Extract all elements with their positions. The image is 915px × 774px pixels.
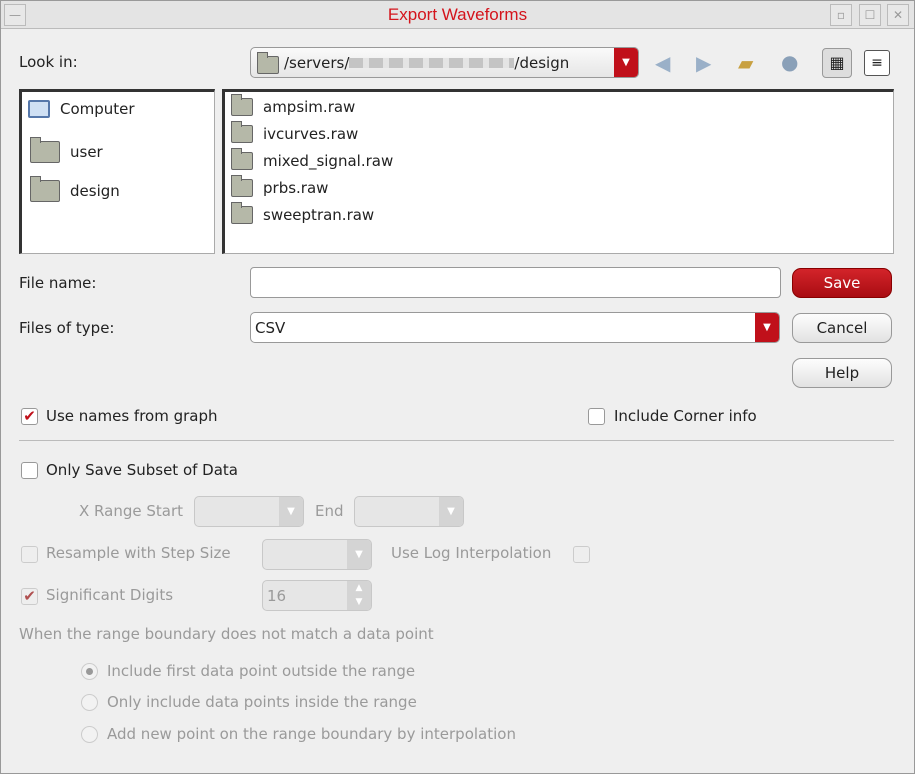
file-label: ampsim.raw (263, 98, 356, 116)
folder-icon (231, 202, 253, 224)
chevron-down-icon[interactable]: ▼ (614, 48, 638, 77)
parent-folder-icon[interactable]: ▰ (738, 51, 753, 75)
radio-include-outside[interactable] (81, 663, 98, 680)
place-label: design (70, 182, 120, 200)
file-label: prbs.raw (263, 179, 329, 197)
radio-label: Include first data point outside the ran… (107, 662, 416, 680)
chevron-down-icon[interactable]: ▼ (755, 313, 779, 342)
subset-label: Only Save Subset of Data (46, 461, 238, 479)
folder-icon (231, 175, 253, 197)
folder-icon (231, 148, 253, 170)
resample-checkbox[interactable] (21, 546, 38, 563)
use-names-checkbox[interactable]: ✔ (21, 408, 38, 425)
folder-icon (231, 121, 253, 143)
subset-checkbox[interactable] (21, 462, 38, 479)
x-range-start-label: X Range Start (79, 502, 183, 520)
file-name-label: File name: (19, 274, 97, 292)
file-list: ampsim.raw ivcurves.raw mixed_signal.raw… (222, 89, 894, 254)
path-redacted (349, 58, 515, 68)
folder-icon (30, 176, 60, 202)
file-item[interactable]: ivcurves.raw (231, 121, 359, 143)
cancel-button[interactable]: Cancel (792, 313, 892, 343)
grid-icon: ▦ (829, 53, 845, 72)
file-item[interactable]: prbs.raw (231, 175, 329, 197)
x-range-start-combo[interactable]: ▼ (194, 496, 304, 527)
chevron-down-icon: ▼ (439, 497, 463, 526)
corner-info-label: Include Corner info (614, 407, 757, 425)
end-label: End (315, 502, 344, 520)
spin-arrows-icon[interactable]: ▲ ▼ (347, 581, 371, 610)
resample-label: Resample with Step Size (46, 544, 231, 562)
place-design[interactable]: design (30, 176, 120, 202)
folder-icon (30, 137, 60, 163)
save-button[interactable]: Save (792, 268, 892, 298)
log-interp-label: Use Log Interpolation (391, 544, 552, 562)
radio-interpolate[interactable] (81, 726, 98, 743)
path-suffix: /design (514, 54, 570, 72)
log-interp-checkbox[interactable] (573, 546, 590, 563)
file-type-select[interactable]: CSV ▼ (250, 312, 780, 343)
x-range-end-combo[interactable]: ▼ (354, 496, 464, 527)
folder-icon (257, 52, 279, 74)
forward-arrow-icon[interactable]: ▶ (696, 51, 711, 75)
new-folder-icon[interactable]: ● (781, 50, 798, 74)
file-item[interactable]: ampsim.raw (231, 94, 356, 116)
file-label: ivcurves.raw (263, 125, 359, 143)
boundary-label: When the range boundary does not match a… (19, 625, 434, 643)
radio-inside-only[interactable] (81, 694, 98, 711)
close-button[interactable]: ✕ (887, 4, 909, 26)
place-computer[interactable]: Computer (28, 100, 135, 118)
file-type-value: CSV (255, 319, 286, 337)
radio-label: Only include data points inside the rang… (107, 693, 417, 711)
place-user[interactable]: user (30, 137, 103, 163)
chevron-down-icon: ▼ (279, 497, 303, 526)
list-icon: ≡ (871, 55, 883, 71)
back-arrow-icon[interactable]: ◀ (655, 51, 670, 75)
minimize-button[interactable]: ▫ (830, 4, 852, 26)
radio-label: Add new point on the range boundary by i… (107, 725, 516, 743)
file-item[interactable]: sweeptran.raw (231, 202, 375, 224)
file-item[interactable]: mixed_signal.raw (231, 148, 394, 170)
file-label: mixed_signal.raw (263, 152, 394, 170)
corner-info-checkbox[interactable] (588, 408, 605, 425)
divider (19, 440, 894, 441)
detail-view-button[interactable]: ≡ (864, 50, 890, 76)
sig-digits-checkbox[interactable]: ✔ (21, 588, 38, 605)
export-waveforms-dialog: — Export Waveforms ▫ ☐ ✕ Look in: /serve… (0, 0, 915, 774)
file-label: sweeptran.raw (263, 206, 375, 224)
folder-icon (231, 94, 253, 116)
maximize-button[interactable]: ☐ (859, 4, 881, 26)
sig-digits-value: 16 (267, 587, 287, 605)
file-name-input[interactable] (250, 267, 781, 298)
place-label: user (70, 143, 103, 161)
help-button[interactable]: Help (792, 358, 892, 388)
step-size-combo[interactable]: ▼ (262, 539, 372, 570)
chevron-down-icon: ▼ (347, 540, 371, 569)
place-label: Computer (60, 100, 135, 118)
sig-digits-label: Significant Digits (46, 586, 174, 604)
places-panel: Computer user design (19, 89, 215, 254)
title-bar: — Export Waveforms ▫ ☐ ✕ (1, 1, 914, 29)
file-type-label: Files of type: (19, 319, 115, 337)
computer-icon (28, 100, 50, 118)
use-names-label: Use names from graph (46, 407, 218, 425)
look-in-combo[interactable]: /servers/ /design ▼ (250, 47, 639, 78)
window-title: Export Waveforms (387, 5, 528, 24)
look-in-label: Look in: (19, 53, 78, 71)
path-prefix: /servers/ (284, 54, 350, 72)
icon-view-button[interactable]: ▦ (822, 48, 852, 78)
sig-digits-spinbox[interactable]: 16 ▲ ▼ (262, 580, 372, 611)
